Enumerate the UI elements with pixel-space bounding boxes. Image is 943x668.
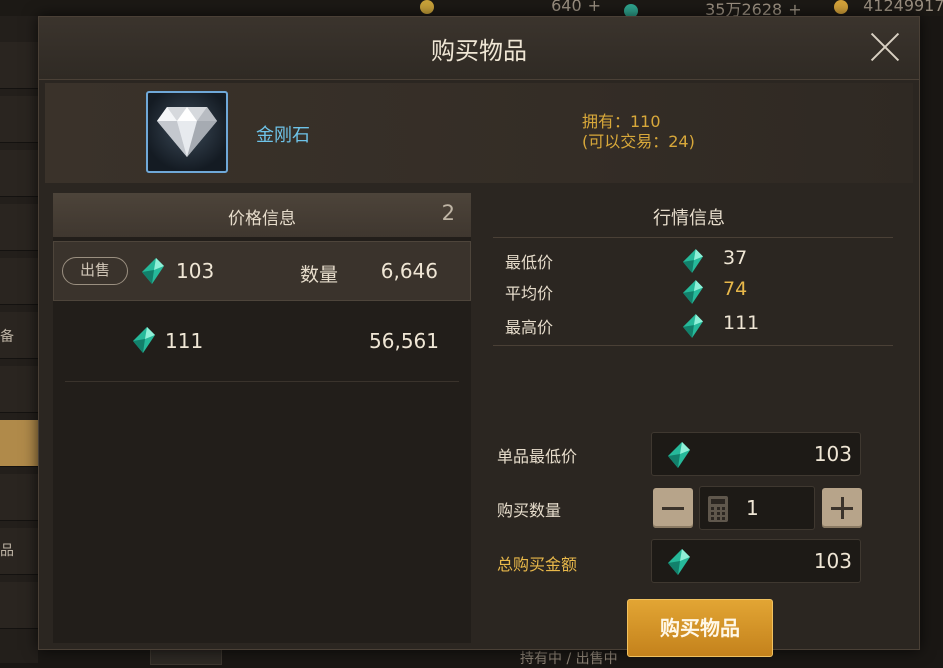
total-field: 103 bbox=[651, 539, 861, 583]
unit-price-value: 103 bbox=[813, 442, 852, 466]
owned-text: 拥有：110 bbox=[582, 112, 661, 131]
price-info-title: 价格信息 bbox=[228, 209, 296, 229]
stat-value-avg: 74 bbox=[723, 278, 748, 300]
total-value: 103 bbox=[813, 549, 852, 573]
side-tab[interactable] bbox=[0, 204, 38, 251]
owned-count: 拥有：110 (可以交易：24) bbox=[582, 112, 695, 152]
unit-price-label: 单品最低价 bbox=[497, 447, 578, 466]
quantity-label: 数量 bbox=[300, 264, 339, 286]
diamond-icon bbox=[157, 107, 217, 157]
gem-icon bbox=[133, 327, 155, 353]
market-info-title: 行情信息 bbox=[653, 208, 725, 229]
tradable-text: (可以交易：24) bbox=[582, 132, 695, 151]
listing-price: 111 bbox=[165, 329, 204, 353]
item-info: 金刚石 拥有：110 (可以交易：24) bbox=[45, 83, 913, 183]
purchase-dialog: 购买物品 金刚石 拥有：110 (可以交易：24) 价格信息 2 出售 103 … bbox=[38, 16, 920, 657]
listing-count: 2 bbox=[441, 201, 455, 225]
side-tab[interactable] bbox=[0, 42, 38, 89]
currency-moon: 640 + bbox=[420, 0, 601, 15]
side-text: 品 bbox=[0, 543, 14, 559]
side-tab[interactable] bbox=[0, 474, 38, 521]
price-info-panel: 价格信息 2 出售 103 数量 6,646 111 56,561 bbox=[53, 193, 471, 643]
side-nav: 备 品 bbox=[0, 16, 38, 663]
gem-icon bbox=[142, 258, 164, 284]
quantity-input[interactable]: 1 bbox=[699, 486, 815, 530]
side-tab[interactable] bbox=[0, 258, 38, 305]
dialog-header: 购买物品 bbox=[39, 17, 919, 80]
listing-quantity: 56,561 bbox=[369, 329, 439, 353]
bottom-status-text: 持有中 / 出售中 bbox=[520, 651, 618, 667]
currency-gold: 41249917 bbox=[834, 0, 943, 15]
stat-value-min: 37 bbox=[723, 247, 748, 269]
gold-coin-icon bbox=[834, 0, 848, 14]
buy-button[interactable]: 购买物品 bbox=[627, 599, 773, 657]
unit-price-field: 103 bbox=[651, 432, 861, 476]
minus-icon bbox=[662, 507, 684, 510]
side-tab-active[interactable] bbox=[0, 420, 38, 467]
currency-bar: 640 + 35万2628 + 41249917 bbox=[0, 0, 943, 19]
add-icon[interactable]: + bbox=[588, 0, 601, 15]
calculator-icon[interactable] bbox=[708, 496, 728, 522]
increase-quantity-button[interactable] bbox=[822, 488, 862, 528]
market-info-panel: 行情信息 最低价 37 平均价 74 最高价 111 单品最低价 103 购买数… bbox=[479, 193, 913, 657]
listing-price: 103 bbox=[176, 259, 215, 283]
close-icon[interactable] bbox=[869, 31, 901, 63]
listing-row[interactable]: 111 56,561 bbox=[53, 313, 471, 369]
quantity-value: 1 bbox=[746, 496, 759, 520]
quantity-label: 购买数量 bbox=[497, 501, 562, 520]
total-label: 总购买金额 bbox=[497, 555, 578, 574]
stat-label-avg: 平均价 bbox=[505, 284, 554, 303]
divider bbox=[65, 381, 459, 382]
side-tab[interactable] bbox=[0, 366, 38, 413]
stat-label-min: 最低价 bbox=[505, 253, 554, 272]
gem-icon bbox=[668, 442, 690, 468]
stat-value-max: 111 bbox=[723, 312, 760, 334]
item-name: 金刚石 bbox=[256, 125, 310, 146]
side-tab[interactable] bbox=[0, 582, 38, 629]
dialog-title: 购买物品 bbox=[431, 37, 527, 65]
listing-row-selected[interactable]: 出售 103 数量 6,646 bbox=[53, 241, 471, 301]
gem-icon bbox=[683, 280, 703, 304]
sell-badge: 出售 bbox=[62, 257, 128, 285]
divider bbox=[493, 237, 893, 238]
gem-icon bbox=[668, 549, 690, 575]
item-slot[interactable] bbox=[146, 91, 228, 173]
side-tab[interactable] bbox=[0, 96, 38, 143]
side-text: 备 bbox=[0, 329, 14, 345]
gem-icon bbox=[683, 314, 703, 338]
side-tab[interactable] bbox=[0, 150, 38, 197]
stat-label-max: 最高价 bbox=[505, 318, 554, 337]
decrease-quantity-button[interactable] bbox=[653, 488, 693, 528]
gem-icon bbox=[683, 249, 703, 273]
price-info-header: 价格信息 2 bbox=[53, 193, 471, 237]
divider bbox=[493, 345, 893, 346]
listing-quantity: 6,646 bbox=[380, 259, 438, 283]
moon-coin-icon bbox=[420, 0, 434, 14]
